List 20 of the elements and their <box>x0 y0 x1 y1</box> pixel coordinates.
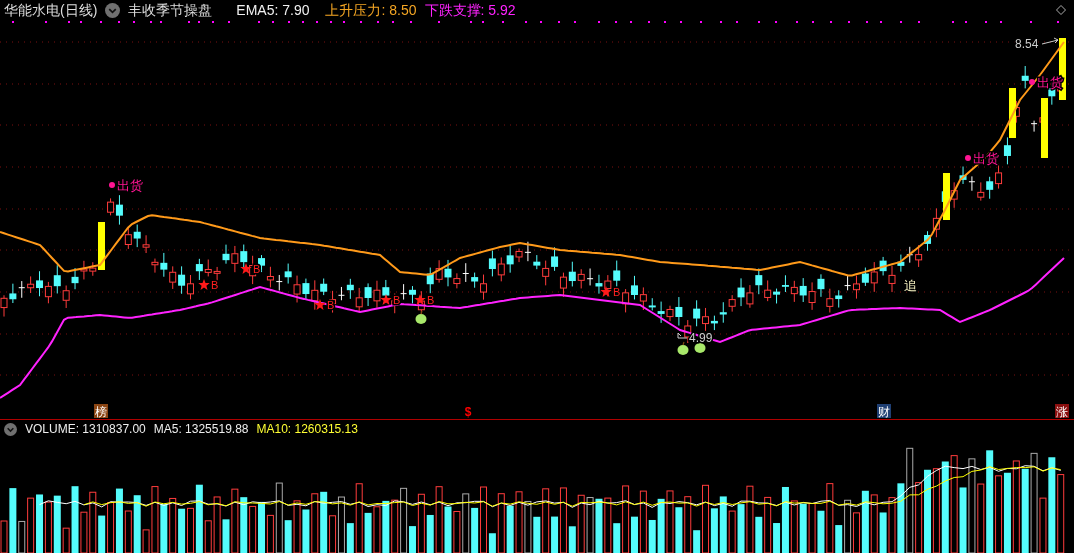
event-tag[interactable]: 涨 <box>1055 404 1069 419</box>
ema-value: EMA5: 7.90 <box>236 1 310 20</box>
event-tag[interactable]: 榜 <box>94 404 108 419</box>
ma5-value: MA5: 1325519.88 <box>153 421 249 438</box>
ma10-value: MA10: 1260315.13 <box>256 421 358 438</box>
volume-value: VOLUME: 1310837.00 <box>25 421 146 438</box>
stock-title: 华能水电(日线) <box>4 1 98 20</box>
signal-label: 出货 <box>117 178 143 193</box>
signal-label: 追 <box>904 278 917 293</box>
signal-label: B <box>427 294 435 306</box>
signal-label: B <box>613 286 621 298</box>
resistance-value: 上升压力: 8.50 <box>325 1 417 20</box>
signal-label: 出货 <box>973 151 999 166</box>
high-price-label: 8.54 <box>1015 37 1039 51</box>
event-tag[interactable]: $ <box>464 405 472 419</box>
signal-label: B <box>327 299 335 311</box>
indicator-name: 丰收季节操盘 <box>128 1 213 20</box>
support-value: 下跌支撑: 5.92 <box>424 1 516 20</box>
event-tag[interactable]: 财 <box>877 404 891 419</box>
signal-label: B <box>211 279 219 291</box>
